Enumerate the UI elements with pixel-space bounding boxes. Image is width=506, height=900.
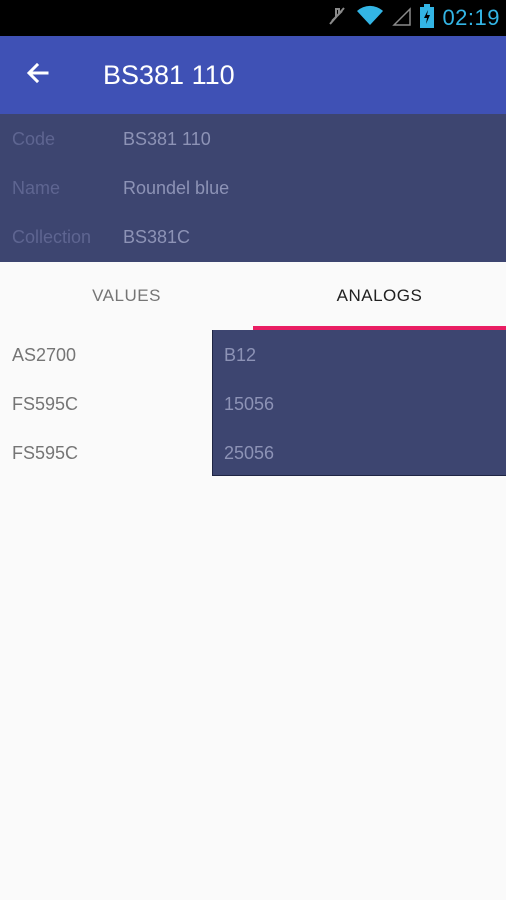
tab-analogs[interactable]: ANALOGS [253, 262, 506, 330]
name-label: Name [12, 178, 61, 198]
analog-standard: FS595C [12, 394, 79, 414]
status-bar: 02:19 [0, 0, 506, 36]
signal-icon [392, 5, 412, 32]
analog-standard: AS2700 [12, 345, 77, 365]
battery-icon [420, 3, 435, 33]
tab-values[interactable]: VALUES [0, 262, 253, 330]
collection-value: BS381C [123, 227, 191, 247]
analog-standard: FS595C [12, 443, 79, 463]
code-value: BS381 110 [123, 129, 211, 149]
mute-icon [326, 5, 348, 32]
app-bar: BS381 110 [0, 36, 506, 114]
info-row-name: Name Roundel blue [0, 163, 506, 212]
analog-code[interactable]: 25056 [224, 443, 274, 464]
arrow-left-icon [25, 60, 51, 91]
analog-swatch-panel: B12 15056 25056 [212, 330, 506, 476]
back-button[interactable] [16, 53, 60, 97]
page-title: BS381 110 [103, 60, 235, 90]
info-row-collection: Collection BS381C [0, 212, 506, 261]
name-value: Roundel blue [123, 178, 230, 198]
analog-code[interactable]: 15056 [224, 394, 274, 415]
analog-code[interactable]: B12 [224, 345, 256, 366]
collection-label: Collection [12, 227, 92, 247]
clock: 02:19 [442, 5, 500, 30]
tab-bar: VALUES ANALOGS [0, 262, 506, 330]
info-row-code: Code BS381 110 [0, 114, 506, 163]
code-label: Code [12, 129, 56, 149]
color-info-panel: Code BS381 110 Name Roundel blue Collect… [0, 114, 506, 262]
wifi-icon [356, 5, 384, 32]
